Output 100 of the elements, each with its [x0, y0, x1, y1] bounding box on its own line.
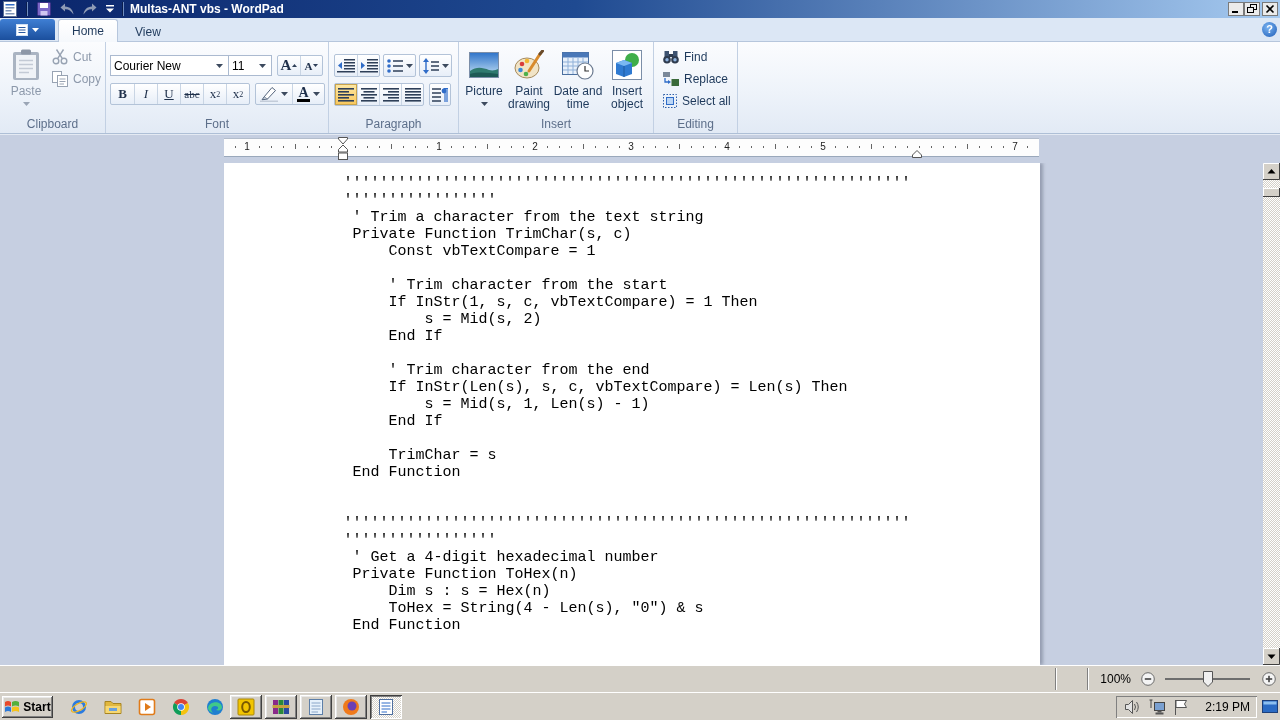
taskbar-button[interactable] — [265, 694, 297, 719]
zoom-in-icon[interactable] — [1262, 672, 1276, 686]
window-flag-icon — [4, 699, 21, 714]
landscape-icon — [469, 50, 499, 80]
paint-drawing-button[interactable]: Paint drawing — [506, 50, 552, 111]
calendar-clock-icon — [562, 50, 594, 80]
code-line: '''''''''''''''''''''''''''''''''''''''''''''''''''''''''''''''''''''''''''''''' — [343, 515, 912, 549]
segmented-circle-icon[interactable] — [172, 697, 190, 716]
group-label: Insert — [541, 117, 571, 133]
picture-button[interactable]: Picture — [462, 50, 506, 106]
align-center-icon — [360, 87, 377, 102]
font-size-dropdown[interactable]: 11 — [229, 55, 272, 76]
caret-icon — [292, 64, 298, 67]
align-center-button[interactable] — [357, 84, 379, 105]
code-line: End If — [387, 413, 443, 430]
ribbon-tab[interactable]: Home — [58, 19, 118, 42]
document-icon — [377, 697, 395, 716]
code-line: Private Function ToHex(n) — [351, 566, 578, 583]
caret-icon — [22, 102, 30, 106]
date-time-button[interactable]: Date and time — [552, 50, 604, 111]
ruler-number: 5 — [818, 141, 828, 153]
flag-icon[interactable] — [1174, 698, 1189, 715]
code-line: s = Mid(s, 2) — [423, 311, 542, 328]
code-line: If InStr(Len(s), s, c, vbTextCompare) = Len(s) Then — [387, 379, 848, 396]
play-icon[interactable] — [138, 697, 156, 716]
start-button[interactable]: Start — [2, 695, 53, 718]
scroll-up-icon[interactable] — [1263, 163, 1280, 180]
underline-button[interactable]: U — [157, 84, 180, 104]
code-line: If InStr(1, s, c, vbTextCompare) = 1 Then — [387, 294, 758, 311]
close-icon[interactable] — [1262, 2, 1278, 16]
taskbar-button[interactable] — [300, 694, 332, 719]
line-spacing-icon — [422, 57, 439, 74]
replace-button[interactable]: Replace — [660, 68, 737, 90]
desktop-icon[interactable] — [1262, 698, 1278, 715]
bold-button[interactable]: B — [111, 84, 134, 104]
scroll-down-icon[interactable] — [1263, 648, 1280, 665]
code-line: '''''''''''''''''''''''''''''''''''''''''''''''''''''''''''''''''''''''''''''''' — [343, 175, 912, 209]
file-menu-button[interactable] — [0, 19, 55, 40]
caret-icon — [312, 92, 320, 96]
zoom-out-icon[interactable] — [1141, 672, 1155, 686]
ruler-number: 7 — [1010, 141, 1020, 153]
align-right-icon — [382, 87, 399, 102]
save-icon[interactable] — [37, 2, 51, 16]
scissors-icon — [52, 49, 68, 65]
bullet-list-icon — [386, 58, 403, 73]
document-page[interactable] — [223, 163, 1040, 665]
group-label: Clipboard — [26, 117, 79, 133]
right-indent-marker-icon[interactable] — [912, 150, 922, 158]
computer-icon[interactable] — [1149, 698, 1166, 715]
ruler-number: 3 — [626, 141, 636, 153]
select-all-button[interactable]: Select all — [660, 90, 737, 112]
font-family-dropdown[interactable]: Courier New — [110, 55, 229, 76]
indent-marker-icon[interactable] — [338, 137, 348, 160]
code-line: ' Trim a character from the text string — [351, 209, 704, 226]
code-line: End If — [387, 328, 443, 345]
code-line: End Function — [351, 464, 461, 481]
text-color-button[interactable]: A — [292, 84, 324, 104]
line-spacing-button[interactable] — [419, 54, 452, 77]
taskbar-button[interactable] — [335, 694, 367, 719]
code-line: ' Get a 4-digit hexadecimal number — [351, 549, 659, 566]
scrollbar-thumb[interactable] — [1263, 188, 1280, 197]
paragraph-button[interactable] — [429, 83, 451, 106]
dropdown-icon[interactable] — [106, 5, 114, 13]
copy-icon — [52, 71, 68, 87]
vertical-scrollbar[interactable] — [1263, 163, 1280, 665]
group-label: Font — [205, 117, 229, 133]
align-left-button[interactable] — [335, 84, 357, 105]
code-line: Const vbTextCompare = 1 — [387, 243, 596, 260]
taskbar-button[interactable] — [370, 694, 402, 719]
taskbar-button[interactable] — [230, 694, 262, 719]
clock[interactable]: 2:19 PM — [1205, 699, 1250, 714]
bullet-list-button[interactable] — [383, 54, 416, 77]
justify-button[interactable] — [401, 84, 423, 105]
increase-indent-button[interactable] — [357, 55, 379, 76]
italic-button[interactable]: I — [134, 84, 157, 104]
swirl-circle-icon[interactable] — [206, 697, 224, 716]
ruler-number: 1 — [242, 141, 252, 153]
insert-object-button[interactable]: Insert object — [604, 50, 650, 111]
minimize-icon[interactable] — [1228, 2, 1244, 16]
dotted-box-icon — [663, 94, 677, 108]
strikethrough-button[interactable]: abc — [180, 84, 203, 104]
paragraph-icon — [432, 86, 448, 103]
find-button[interactable]: Find — [660, 46, 737, 68]
books-icon — [272, 697, 290, 716]
swap-arrow-icon — [663, 72, 679, 86]
binoculars-icon — [663, 50, 679, 64]
code-line: Private Function TrimChar(s, c) — [351, 226, 632, 243]
speaker-icon[interactable] — [1124, 698, 1141, 715]
ribbon-tab[interactable]: View — [121, 20, 175, 42]
slider-thumb[interactable] — [1202, 671, 1213, 687]
code-line: ' Trim character from the end — [387, 362, 650, 379]
grow-font-button[interactable]: A — [278, 56, 300, 75]
restore-icon[interactable] — [1244, 2, 1260, 16]
orbit-ring-icon[interactable] — [70, 697, 88, 716]
indent-decrease-icon — [337, 58, 355, 73]
caret-icon — [259, 63, 266, 68]
disc-icon — [342, 697, 360, 716]
code-line: End Function — [351, 617, 461, 634]
align-right-button[interactable] — [379, 84, 401, 105]
shrink-font-button[interactable]: A — [300, 56, 322, 75]
